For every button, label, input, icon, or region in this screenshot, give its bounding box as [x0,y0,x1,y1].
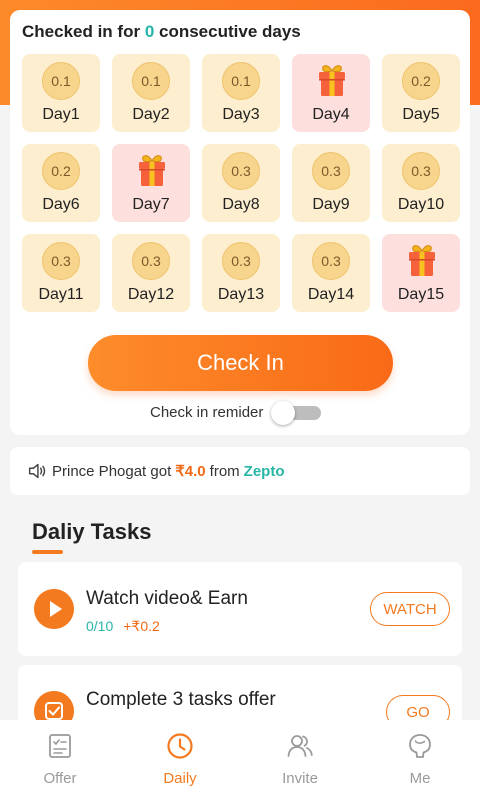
consecutive-days-count: 0 [144,22,155,41]
tab-daily[interactable]: Daily [120,720,240,800]
day-label: Day10 [397,196,445,213]
tab-offer[interactable]: Offer [0,720,120,800]
day-label: Day7 [132,196,170,213]
day-label: Day2 [132,106,170,123]
coin-reward: 0.2 [42,152,80,190]
reminder-row: Check in remider [150,401,322,425]
day-label: Day1 [42,106,80,123]
coin-reward: 0.3 [312,242,350,280]
coin-reward: 0.3 [312,152,350,190]
day-tile-1: 0.1 Day1 [22,54,100,132]
task-name: Complete 3 tasks offer [86,689,276,710]
daily-tasks-title: Daliy Tasks [32,519,152,544]
gift-icon [409,245,435,276]
coin-reward: 0.1 [132,62,170,100]
coin-reward: 0.1 [42,62,80,100]
me-icon [409,734,431,758]
ticker-amount: ₹4.0 [175,463,206,480]
title-underline [32,550,63,554]
task-count: 0/10 [86,618,114,634]
checkin-card: Checked in for 0 consecutive days 0.1 Day… [10,10,470,435]
day-tile-15: Day15 [382,234,460,312]
day-label: Day14 [307,286,355,303]
task-progress: 0/10 +₹0.2 [86,618,160,635]
reward-ticker: Prince Phogat got ₹4.0 from Zepto [10,447,470,495]
day-tile-4: Day4 [292,54,370,132]
tab-me[interactable]: Me [360,720,480,800]
day-tile-8: 0.3 Day8 [202,144,280,222]
coin-reward: 0.1 [222,62,260,100]
checkin-title-suffix: consecutive days [154,22,301,41]
gift-icon [319,65,345,96]
day-label: Day15 [397,286,445,303]
days-grid: 0.1 Day1 0.1 Day2 0.1 Day3 Day4 0.2 Day5 0.2 Day6 D… [22,54,460,312]
day-tile-5: 0.2 Day5 [382,54,460,132]
day-tile-12: 0.3 Day12 [112,234,190,312]
coin-reward: 0.3 [132,242,170,280]
coin-reward: 0.3 [222,152,260,190]
watch-button[interactable]: WATCH [370,592,450,626]
clock-icon [167,733,193,759]
tab-label: Daily [163,770,197,787]
day-tile-2: 0.1 Day2 [112,54,190,132]
ticker-from-text: from [209,462,240,480]
day-tile-11: 0.3 Day11 [22,234,100,312]
day-label: Day11 [38,286,84,303]
day-label: Day3 [222,106,260,123]
coin-reward: 0.3 [222,242,260,280]
tab-label: Offer [43,770,77,787]
invite-icon [287,735,313,757]
tab-invite[interactable]: Invite [240,720,360,800]
coin-reward: 0.3 [42,242,80,280]
day-label: Day13 [217,286,265,303]
day-tile-13: 0.3 Day13 [202,234,280,312]
day-tile-10: 0.3 Day10 [382,144,460,222]
day-label: Day5 [402,106,440,123]
tab-label: Me [409,770,431,787]
speaker-icon [28,463,46,479]
offer-icon [49,734,71,758]
day-label: Day12 [127,286,175,303]
task-card-watch-video[interactable]: Watch video& Earn 0/10 +₹0.2 WATCH [18,562,462,656]
checkin-title-prefix: Checked in for [22,22,145,41]
reminder-toggle[interactable] [271,401,322,425]
ticker-brand: Zepto [243,462,285,480]
day-tile-14: 0.3 Day14 [292,234,370,312]
day-tile-3: 0.1 Day3 [202,54,280,132]
gift-icon [139,155,165,186]
day-tile-9: 0.3 Day9 [292,144,370,222]
day-label: Day4 [312,106,350,123]
ticker-user-text: Prince Phogat got [52,462,172,480]
coin-reward: 0.3 [402,152,440,190]
bottom-tab-bar: Offer Daily Invite Me [0,720,480,800]
tab-label: Invite [282,770,318,787]
checkin-title: Checked in for 0 consecutive days [22,22,301,42]
task-reward: +₹0.2 [123,618,160,634]
day-label: Day6 [42,196,80,213]
reminder-label: Check in remider [150,403,264,421]
task-name: Watch video& Earn [86,588,248,609]
play-icon [34,589,74,629]
check-in-button[interactable]: Check In [88,335,393,391]
toggle-knob [271,401,296,425]
day-label: Day8 [222,196,260,213]
coin-reward: 0.2 [402,62,440,100]
day-tile-7: Day7 [112,144,190,222]
day-label: Day9 [312,196,350,213]
day-tile-6: 0.2 Day6 [22,144,100,222]
